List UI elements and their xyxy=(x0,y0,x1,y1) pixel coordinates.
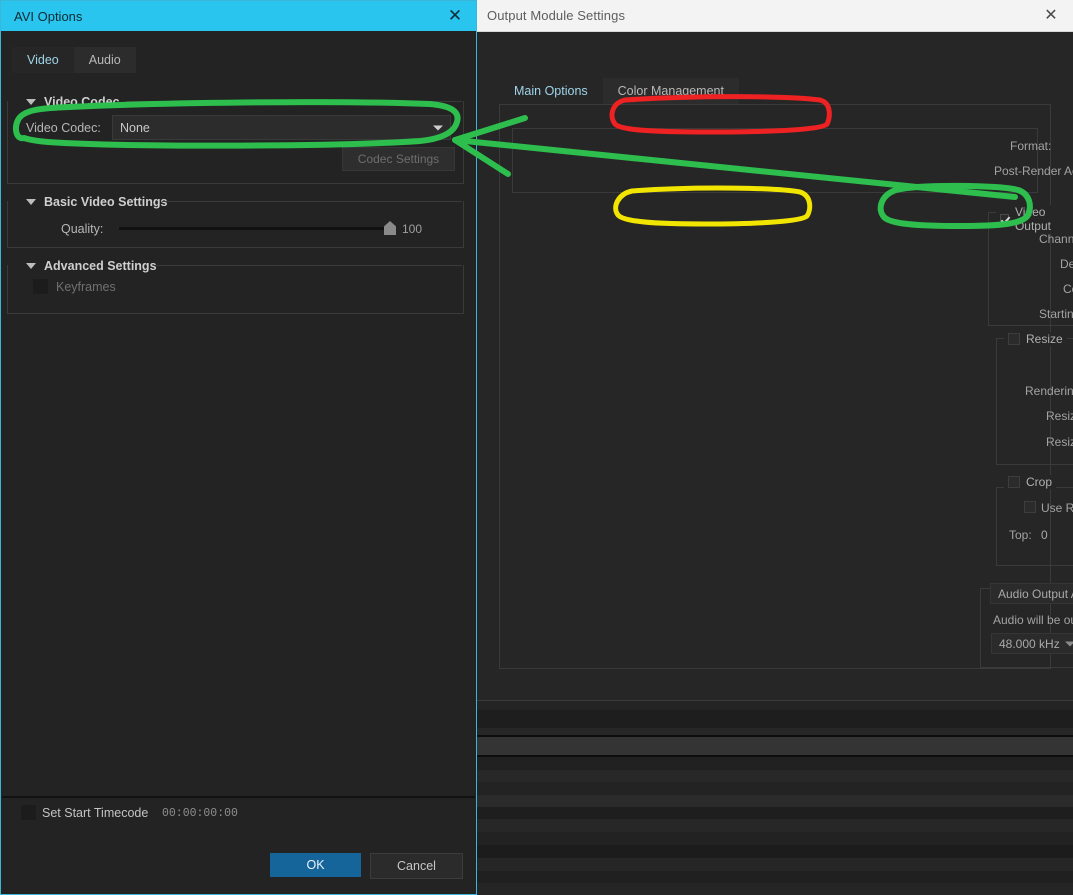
video-codec-label: Video Codec: xyxy=(26,121,101,135)
avi-footer-divider xyxy=(2,796,475,798)
start-timecode-value[interactable]: 00:00:00:00 xyxy=(162,807,238,820)
crop-legend: Crop xyxy=(1004,475,1057,489)
resize-percent-label: Resize %: xyxy=(1046,435,1073,449)
output-module-title: Output Module Settings xyxy=(487,8,626,23)
crop-legend-label: Crop xyxy=(1026,475,1053,489)
chevron-down-icon xyxy=(433,125,443,130)
tab-video[interactable]: Video xyxy=(12,47,74,73)
avi-options-title: AVI Options xyxy=(14,8,83,24)
close-icon[interactable]: ✕ xyxy=(1029,0,1073,31)
tab-main-options[interactable]: Main Options xyxy=(499,78,603,104)
video-codec-dropdown[interactable]: None xyxy=(112,115,451,140)
avi-options-body: Video Audio Video Codec Video Codec: Non… xyxy=(1,31,476,894)
avi-ok-button[interactable]: OK xyxy=(270,853,361,877)
video-output-legend-label: Video Output xyxy=(1014,205,1051,233)
queue-strip xyxy=(475,807,1073,819)
avi-options-titlebar: AVI Options ✕ xyxy=(1,1,476,31)
tab-audio-label: Audio xyxy=(88,53,121,67)
close-icon[interactable]: ✕ xyxy=(434,1,476,31)
post-render-action-label: Post-Render Action: xyxy=(994,164,1073,178)
crop-checkbox[interactable] xyxy=(1008,476,1020,488)
tab-video-label: Video xyxy=(27,53,59,67)
queue-strip xyxy=(475,701,1073,710)
resize-legend-label: Resize xyxy=(1026,332,1063,346)
output-module-settings-dialog: Output Module Settings ✕ Main Options Co… xyxy=(476,0,1073,691)
video-codec-value: None xyxy=(120,120,150,135)
set-start-timecode-checkbox[interactable] xyxy=(21,805,36,820)
queue-strip xyxy=(475,757,1073,770)
queue-strip xyxy=(475,782,1073,795)
queue-strip xyxy=(475,770,1073,782)
format-label: Format: xyxy=(1010,139,1052,153)
avi-tabstrip: Video Audio xyxy=(12,47,136,73)
depth-label: Depth: xyxy=(1060,257,1073,271)
codec-settings-label: Codec Settings xyxy=(357,152,440,166)
queue-row-selected xyxy=(475,737,1073,755)
queue-strip xyxy=(475,728,1073,735)
check-icon xyxy=(1000,213,1011,225)
avi-cancel-button[interactable]: Cancel xyxy=(370,853,463,879)
codec-settings-button[interactable]: Codec Settings xyxy=(342,147,455,171)
quality-slider-track[interactable] xyxy=(119,227,391,230)
audio-sample-rate-value: 48.000 kHz xyxy=(999,636,1060,651)
color-label: Color: xyxy=(1063,282,1073,296)
quality-label: Quality: xyxy=(61,222,104,236)
background-render-queue xyxy=(475,688,1073,895)
keyframes-label: Keyframes xyxy=(56,280,116,294)
video-codec-box xyxy=(7,101,464,184)
queue-strip xyxy=(475,710,1073,728)
tab-color-management[interactable]: Color Management xyxy=(602,78,739,104)
quality-value[interactable]: 100 xyxy=(402,222,422,236)
avi-ok-label: OK xyxy=(306,858,325,872)
set-start-timecode-label: Set Start Timecode xyxy=(42,806,149,820)
crop-top-label: Top: xyxy=(1009,528,1032,542)
audio-output-mode-dropdown[interactable]: Audio Output Auto xyxy=(990,583,1073,604)
format-group xyxy=(512,128,1038,193)
tab-color-management-label: Color Management xyxy=(617,84,724,98)
use-region-of-interest-checkbox[interactable] xyxy=(1024,501,1036,513)
rendering-at-label: Rendering at: xyxy=(1025,384,1073,398)
queue-strip xyxy=(475,871,1073,883)
avi-cancel-label: Cancel xyxy=(397,859,436,873)
queue-strip xyxy=(475,858,1073,871)
queue-strip xyxy=(475,845,1073,858)
audio-output-mode-value: Audio Output Auto xyxy=(998,586,1073,601)
resize-checkbox[interactable] xyxy=(1008,333,1020,345)
resize-to-label: Resize to: xyxy=(1046,409,1073,423)
audio-sample-rate-dropdown[interactable]: 48.000 kHz xyxy=(991,633,1073,654)
chevron-down-icon xyxy=(1065,641,1073,646)
keyframes-checkbox[interactable] xyxy=(33,279,48,294)
video-output-checkbox[interactable] xyxy=(1000,213,1011,225)
tab-audio[interactable]: Audio xyxy=(73,47,136,73)
tab-main-options-label: Main Options xyxy=(514,84,588,98)
output-module-titlebar: Output Module Settings ✕ xyxy=(476,0,1073,32)
screen-root: Output Module Settings ✕ Main Options Co… xyxy=(0,0,1073,895)
resize-legend: Resize xyxy=(1004,332,1067,346)
output-module-body: Main Options Color Management Format: AV… xyxy=(476,32,1073,691)
channels-label: Channels: xyxy=(1039,232,1073,246)
audio-output-note: Audio will be output only if the composi… xyxy=(993,613,1073,627)
use-region-of-interest-label: Use Region of Interest xyxy=(1041,501,1073,515)
output-module-tabstrip: Main Options Color Management xyxy=(499,78,739,104)
queue-strip xyxy=(475,832,1073,845)
queue-strip xyxy=(475,819,1073,832)
queue-strip xyxy=(475,883,1073,895)
starting-number-label: Starting #: xyxy=(1039,307,1073,321)
crop-top-value[interactable]: 0 xyxy=(1041,528,1048,542)
queue-strip xyxy=(475,795,1073,807)
video-output-legend: Video Output xyxy=(996,205,1073,233)
crop-group xyxy=(996,487,1073,566)
avi-options-dialog: AVI Options ✕ Video Audio Video Codec Vi… xyxy=(0,0,477,895)
